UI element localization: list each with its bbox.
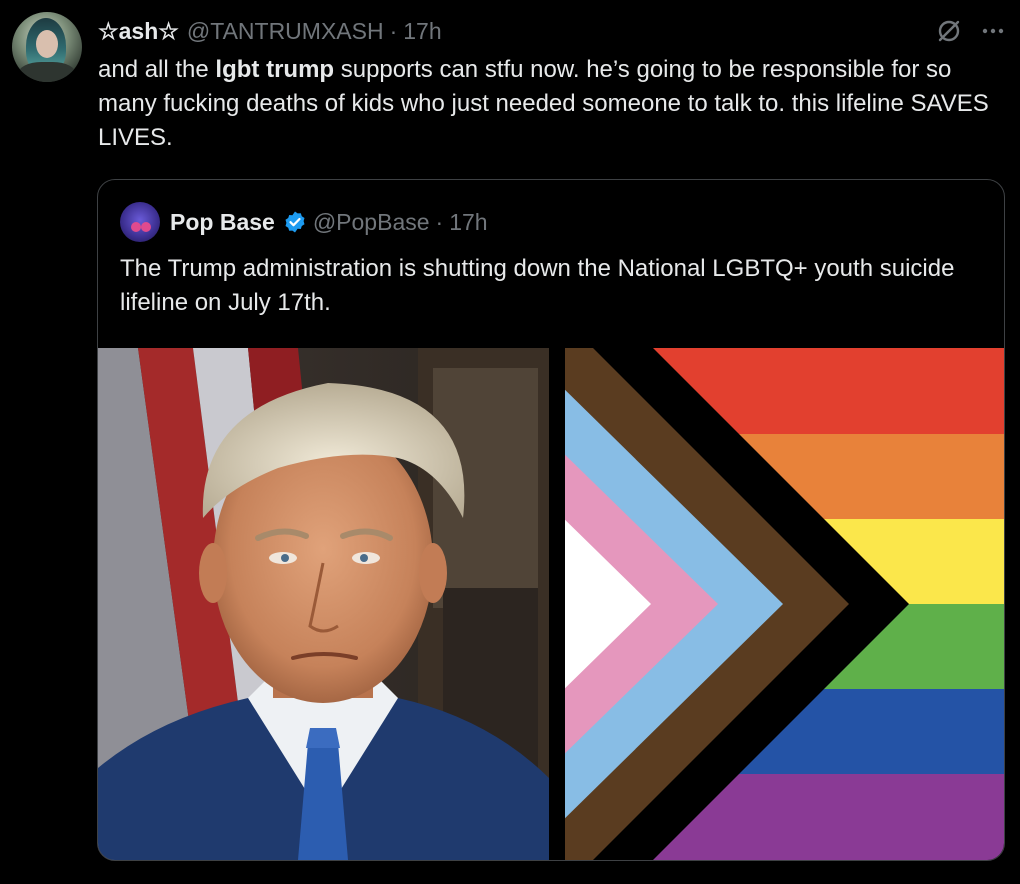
media-grid	[98, 348, 1004, 860]
quoted-timestamp[interactable]: 17h	[449, 209, 487, 236]
separator: ·	[389, 17, 398, 44]
verified-badge-icon	[283, 210, 307, 234]
quoted-tweet[interactable]: Pop Base @PopBase · 17h The Trump admini…	[97, 179, 1005, 861]
tweet-header: ☆ash☆ @TANTRUMXASH · 17h	[98, 16, 1006, 46]
quoted-avatar[interactable]	[120, 202, 160, 242]
tweet-text: and all the lgbt trump supports can stfu…	[98, 56, 989, 151]
tweet[interactable]: ☆ash☆ @TANTRUMXASH · 17h and all the lgb…	[0, 0, 1020, 884]
avatar[interactable]	[12, 12, 82, 82]
handle[interactable]: @TANTRUMXASH	[187, 18, 384, 45]
header-actions	[936, 16, 1006, 46]
more-icon[interactable]	[980, 18, 1006, 44]
bold-text: lgbt trump	[215, 56, 335, 83]
quoted-tweet-text: The Trump administration is shutting dow…	[120, 255, 955, 316]
timestamp[interactable]: 17h	[403, 18, 441, 45]
grok-icon[interactable]	[936, 18, 962, 44]
quoted-display-name[interactable]: Pop Base	[170, 209, 275, 236]
quoted-tweet-header: Pop Base @PopBase · 17h	[120, 202, 488, 242]
display-name[interactable]: ☆ash☆	[98, 18, 179, 45]
portrait-photo[interactable]	[98, 348, 549, 860]
progress-pride-flag[interactable]	[553, 348, 1004, 860]
quoted-separator: ·	[435, 208, 444, 235]
quoted-handle[interactable]: @PopBase	[313, 209, 430, 236]
